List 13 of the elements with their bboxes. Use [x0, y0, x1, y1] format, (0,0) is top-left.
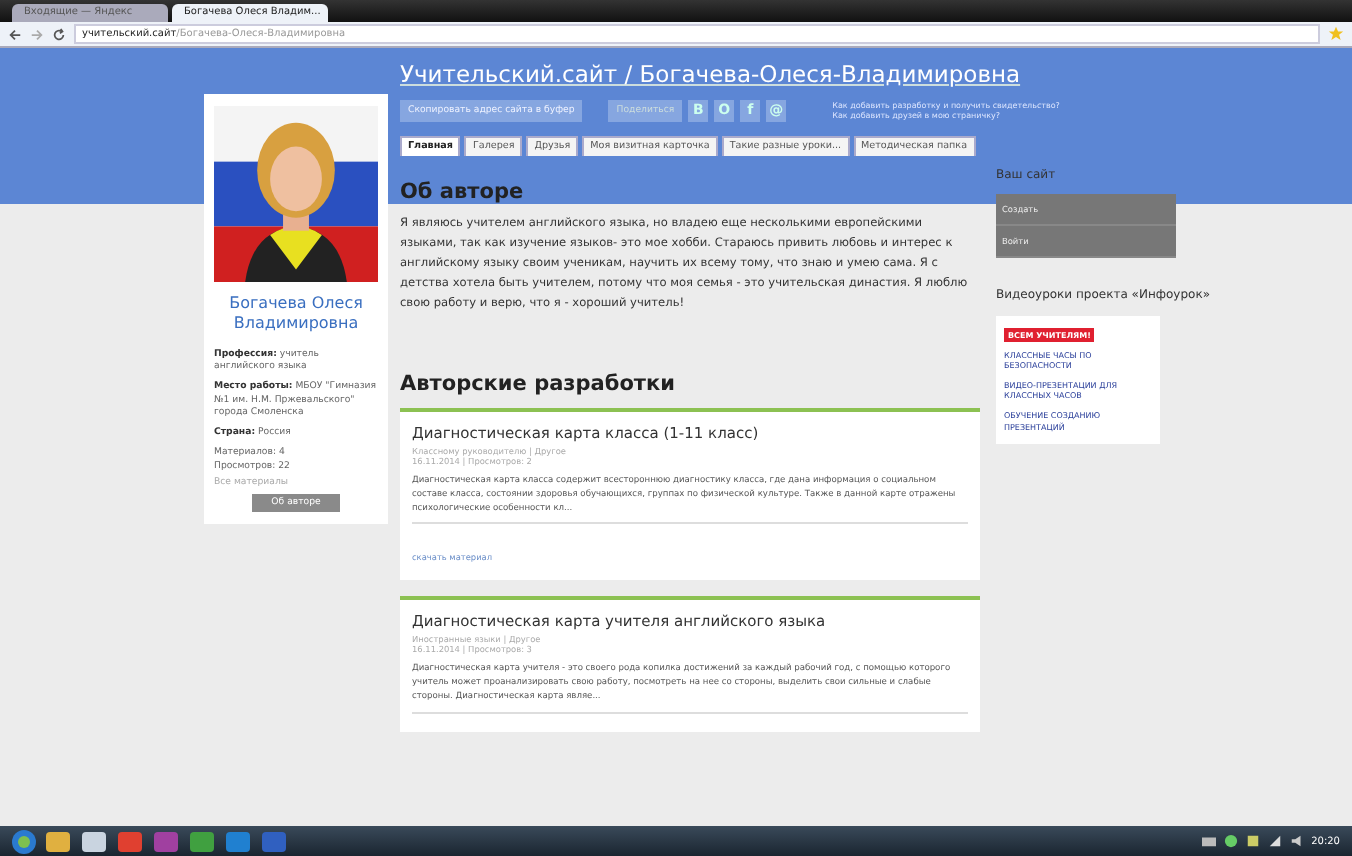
section-heading: Авторские разработки: [400, 371, 677, 396]
section-heading: Об авторе: [400, 180, 526, 204]
star-icon[interactable]: [1328, 26, 1344, 42]
start-button[interactable]: [12, 829, 36, 853]
site-title[interactable]: Учительский.сайт / Богачева-Олеся-Владимировна: [400, 60, 1240, 88]
app-icon[interactable]: [80, 829, 108, 853]
reload-icon[interactable]: [52, 27, 66, 41]
speaker-icon[interactable]: [1289, 834, 1304, 848]
profile-name: Богачева Олеся Владимировна: [227, 294, 365, 334]
app-icon[interactable]: [188, 829, 216, 853]
app-icon[interactable]: [44, 829, 72, 853]
network-icon[interactable]: [1267, 834, 1282, 848]
back-icon[interactable]: [8, 27, 22, 41]
